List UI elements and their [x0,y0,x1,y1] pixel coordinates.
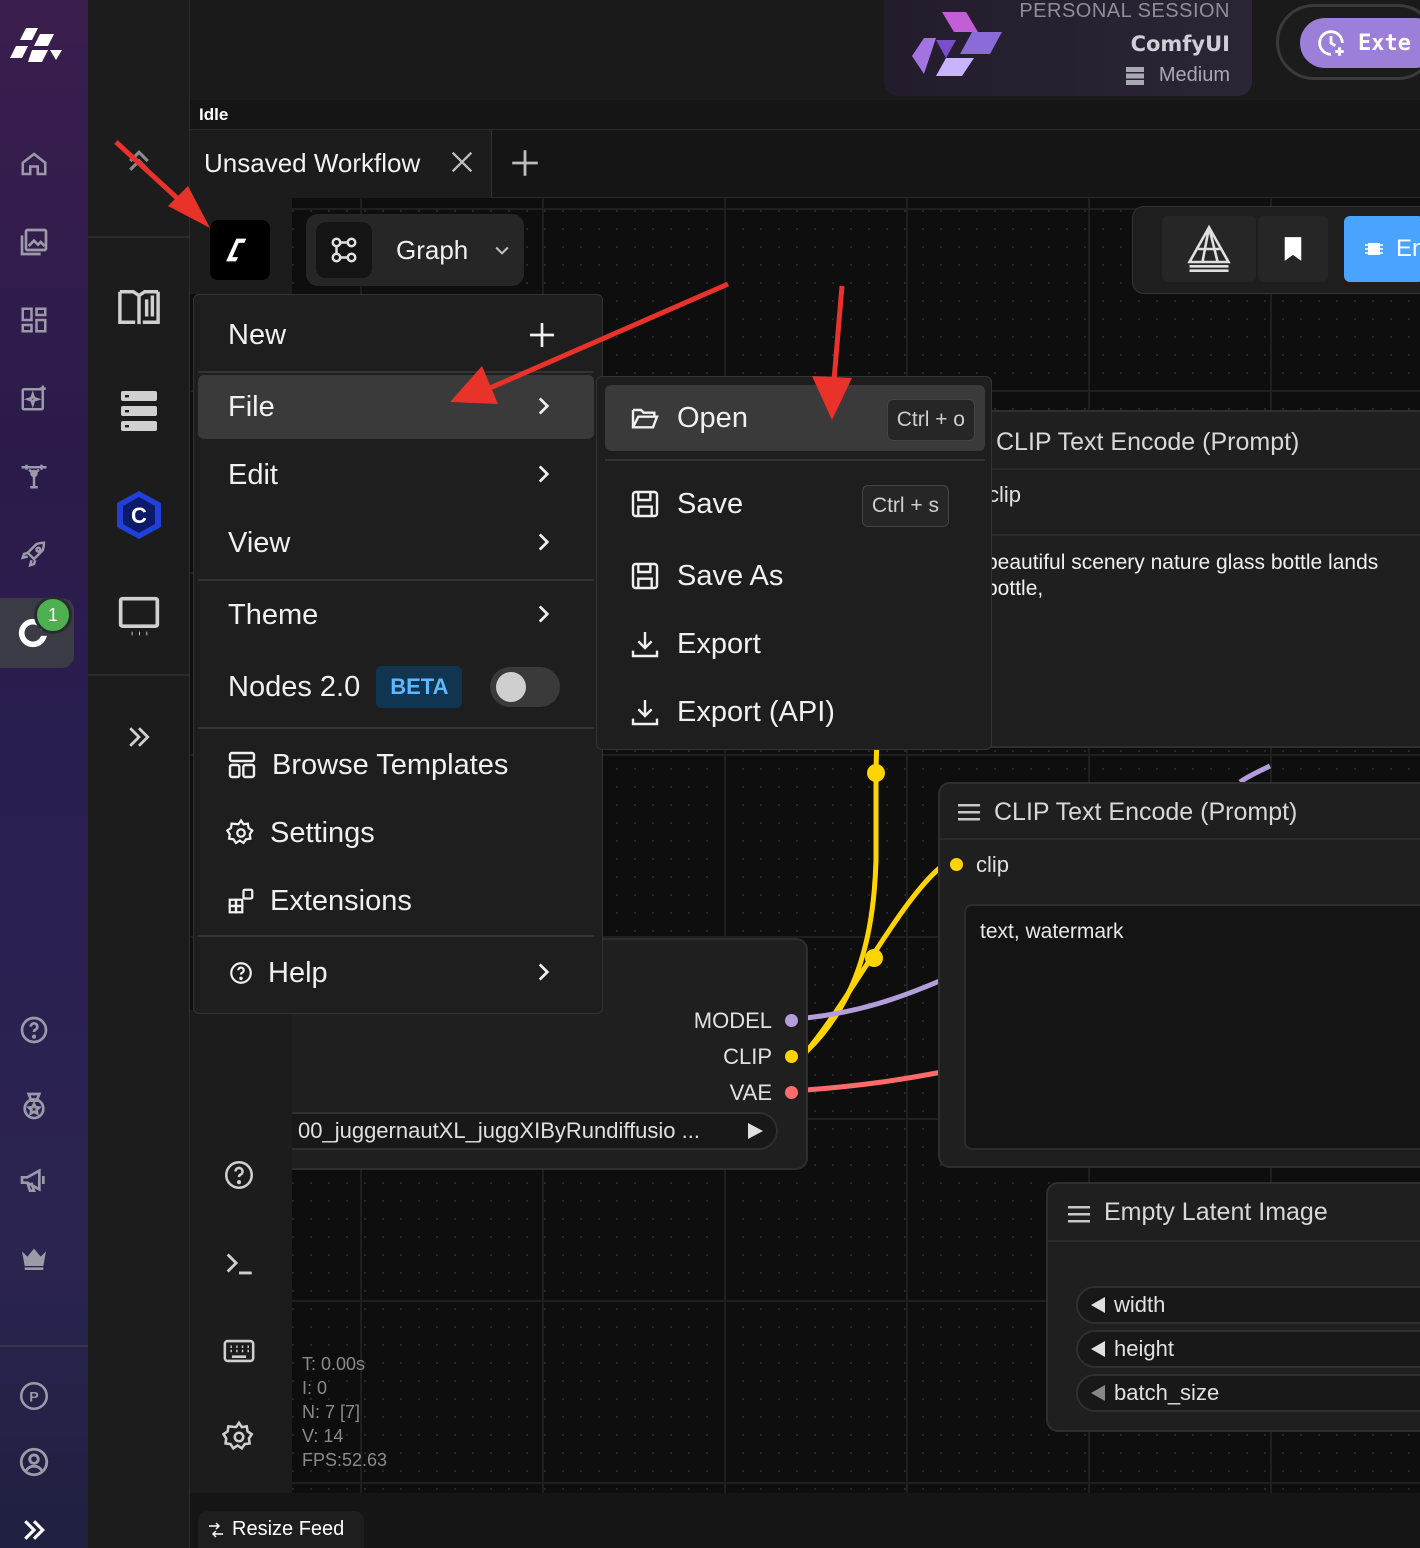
arrow-to-menu-button [114,140,210,228]
annotation-arrows [114,140,852,420]
arrow-to-open [812,285,852,420]
arrow-to-file [450,281,730,404]
